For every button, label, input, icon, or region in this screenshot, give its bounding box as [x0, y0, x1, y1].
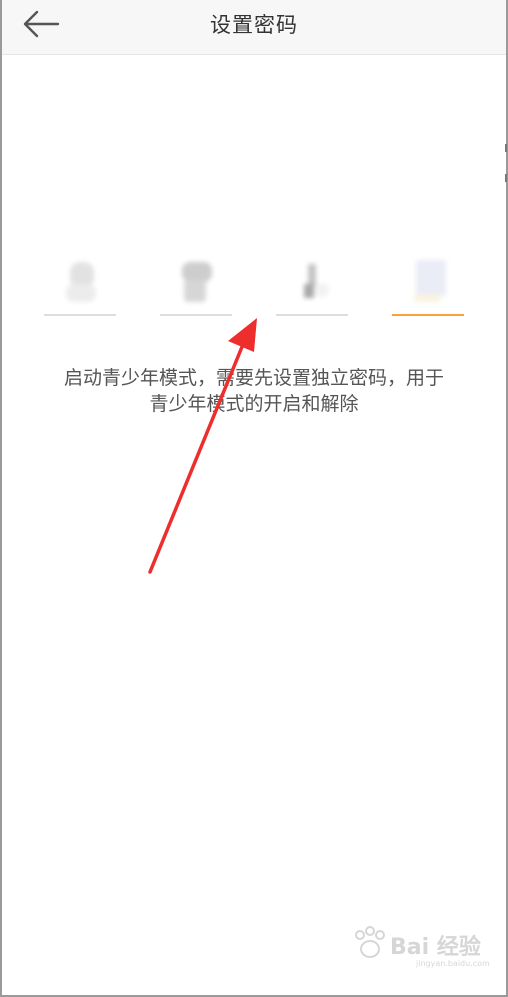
pin-digit-4[interactable]: [392, 252, 464, 316]
screen-frame: [0, 0, 508, 997]
instruction-line-2: 青少年模式的开启和解除: [149, 393, 359, 415]
watermark-sub: jingyan.baidu.com: [416, 959, 490, 968]
pin-underline: [44, 314, 116, 316]
page-title: 设置密码: [210, 13, 298, 37]
baidu-watermark: Bai 经验 jingyan.baidu.com: [350, 919, 490, 979]
pin-underline: [160, 314, 232, 316]
edge-marks: [505, 144, 507, 182]
watermark-text: Bai 经验: [390, 935, 481, 960]
instruction-line-1: 启动青少年模式，需要先设置独立密码，用于: [63, 367, 444, 389]
masked-digit-icon: [182, 262, 212, 302]
masked-digit-icon: [304, 264, 329, 298]
top-navigation-bar: 设置密码: [2, 0, 506, 55]
pin-digit-1[interactable]: [44, 252, 116, 316]
masked-digit-icon: [66, 262, 96, 302]
paw-logo-icon: [355, 926, 385, 958]
pin-input-row[interactable]: [44, 252, 464, 318]
pin-underline: [276, 314, 348, 316]
pin-digit-2[interactable]: [160, 252, 232, 316]
instruction-text: 启动青少年模式，需要先设置独立密码，用于 青少年模式的开启和解除: [30, 365, 478, 417]
masked-digit-icon: [414, 260, 446, 302]
pin-digit-3[interactable]: [276, 252, 348, 316]
pin-underline-active: [392, 314, 464, 316]
